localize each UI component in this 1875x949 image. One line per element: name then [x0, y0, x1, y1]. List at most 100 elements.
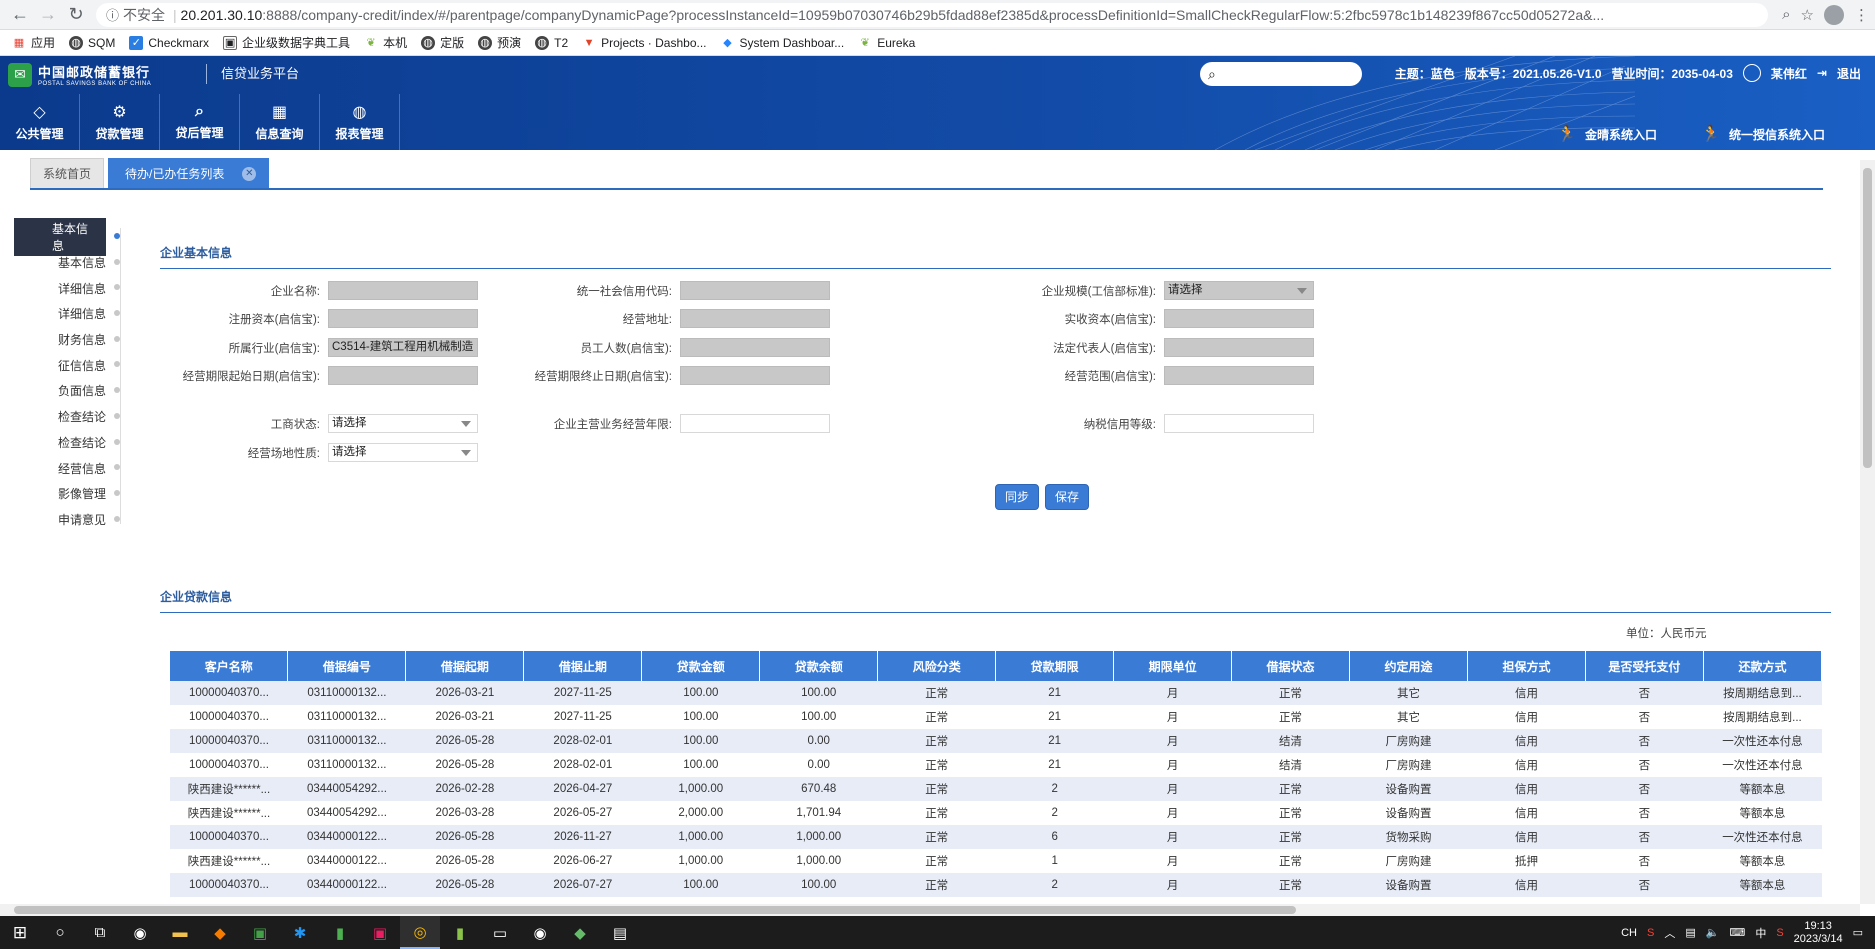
bookmark-eureka[interactable]: ❦ Eureka	[858, 36, 916, 50]
logout-link[interactable]: 退出	[1837, 65, 1861, 82]
sogou-icon[interactable]: S	[1647, 927, 1654, 939]
menu-loan[interactable]: ⚙ 贷款管理	[80, 94, 160, 150]
column-header[interactable]: 借据止期	[523, 651, 643, 681]
reg-status-select[interactable]: 请选择	[328, 414, 478, 433]
scale-select[interactable]: 请选择	[1164, 281, 1314, 300]
ime-indicator[interactable]: 中	[1755, 925, 1766, 941]
bookmark-release[interactable]: ◍ 定版	[421, 34, 464, 51]
save-button[interactable]: 保存	[1045, 484, 1089, 510]
user-name[interactable]: 某伟红	[1771, 65, 1807, 82]
forward-icon[interactable]: →	[34, 2, 62, 28]
app-icon[interactable]: ✱	[280, 916, 320, 949]
vertical-scrollbar[interactable]	[1860, 160, 1875, 904]
app-icon[interactable]: ▮	[440, 916, 480, 949]
keyboard-icon[interactable]: ⌨	[1729, 926, 1745, 939]
theme-label[interactable]: 主题：蓝色	[1395, 65, 1455, 82]
network-icon[interactable]: ▤	[1685, 926, 1695, 939]
jinqing-entry[interactable]: 🏃 金晴系统入口	[1557, 124, 1657, 144]
clock[interactable]: 19:13 2023/3/14	[1794, 920, 1843, 946]
tab-task-list[interactable]: 待办/已办任务列表 ✕	[108, 158, 270, 188]
table-row[interactable]: 10000040370... 03110000132... 2026-03-21 20…	[170, 681, 1822, 705]
bookmark-rehearsal[interactable]: ◍ 预演	[478, 34, 521, 51]
side-nav-item[interactable]: 负面信息	[14, 378, 124, 404]
bookmark-star-icon[interactable]: ☆	[1801, 6, 1814, 24]
back-icon[interactable]: ←	[6, 2, 34, 28]
zoom-search-icon[interactable]: ⌕	[1782, 6, 1790, 23]
column-header[interactable]: 约定用途	[1349, 651, 1468, 681]
table-row[interactable]: 陕西建设******... 03440054292... 2026-02-28 202…	[170, 777, 1822, 801]
notification-icon[interactable]: ▭	[1853, 926, 1863, 939]
reload-icon[interactable]: ↻	[62, 2, 90, 28]
table-row[interactable]: 10000040370... 03110000132... 2026-05-28 20…	[170, 753, 1822, 777]
app-icon[interactable]: ▮	[320, 916, 360, 949]
search-circle-icon[interactable]: ○	[40, 916, 80, 949]
side-nav-item[interactable]: 详细信息	[14, 301, 124, 327]
menu-dots-icon[interactable]: ⋮	[1854, 6, 1869, 24]
bookmark-t2[interactable]: ◍ T2	[535, 35, 568, 50]
column-header[interactable]: 贷款期限	[995, 651, 1115, 681]
tab-home[interactable]: 系统首页	[30, 158, 105, 188]
column-header[interactable]: 是否受托支付	[1585, 651, 1704, 681]
tax-grade-input[interactable]	[1164, 414, 1314, 433]
table-row[interactable]: 10000040370... 03440000122... 2026-05-28 20…	[170, 825, 1822, 849]
column-header[interactable]: 风险分类	[877, 651, 997, 681]
column-header[interactable]: 借据状态	[1231, 651, 1351, 681]
side-nav-item[interactable]: 详细信息	[14, 275, 124, 301]
bookmark-sqm[interactable]: ◍ SQM	[69, 35, 115, 50]
scroll-thumb[interactable]	[14, 906, 1296, 914]
unified-credit-entry[interactable]: 🏃 统一授信系统入口	[1701, 124, 1825, 144]
table-row[interactable]: 陕西建设******... 03440054292... 2026-03-28 202…	[170, 801, 1822, 825]
side-nav-item[interactable]: 检查结论	[14, 404, 124, 430]
side-nav-item[interactable]: 检查结论	[14, 430, 124, 456]
header-search-input[interactable]: ⌕	[1200, 62, 1362, 86]
bookmark-apps[interactable]: ▦ 应用	[12, 34, 55, 51]
side-nav-item[interactable]: 申请意见	[14, 507, 124, 533]
horizontal-scrollbar[interactable]	[0, 904, 1860, 916]
menu-report[interactable]: ◍ 报表管理	[320, 94, 400, 150]
app-icon[interactable]: ▤	[600, 916, 640, 949]
app-icon[interactable]: ◆	[560, 916, 600, 949]
table-row[interactable]: 10000040370... 03110000132... 2026-05-28 20…	[170, 729, 1822, 753]
side-nav-item[interactable]: 经营信息	[14, 455, 124, 481]
side-nav-item[interactable]: 基本信息	[14, 217, 124, 256]
side-nav-item[interactable]: 影像管理	[14, 481, 124, 507]
bookmark-jira[interactable]: ◆ System Dashboar...	[721, 36, 844, 50]
table-row[interactable]: 10000040370... 03110000132... 2026-03-21 20…	[170, 705, 1822, 729]
chevron-up-icon[interactable]: ︿	[1664, 925, 1675, 941]
logout-icon[interactable]: ⇥	[1817, 66, 1827, 80]
column-header[interactable]: 客户名称	[170, 651, 289, 681]
side-nav-item[interactable]: 基本信息	[14, 250, 124, 276]
column-header[interactable]: 担保方式	[1467, 651, 1586, 681]
side-nav-item[interactable]: 征信信息	[14, 352, 124, 378]
column-header[interactable]: 还款方式	[1703, 651, 1823, 681]
app-icon[interactable]: ▣	[240, 916, 280, 949]
sogou-icon[interactable]: S	[1776, 927, 1783, 939]
scroll-thumb[interactable]	[1863, 168, 1872, 468]
main-biz-years-input[interactable]	[680, 414, 830, 433]
volume-icon[interactable]: 🔈	[1706, 926, 1720, 939]
table-row[interactable]: 陕西建设******... 03440000122... 2026-05-28 202…	[170, 849, 1822, 873]
intellij-icon[interactable]: ▣	[360, 916, 400, 949]
chrome-icon[interactable]: ◎	[400, 916, 440, 949]
folder-icon[interactable]: ▬	[160, 916, 200, 949]
bookmark-dictionary[interactable]: ▣ 企业级数据字典工具	[223, 34, 350, 51]
bookmark-checkmarx[interactable]: ✓ Checkmarx	[129, 35, 209, 50]
sync-button[interactable]: 同步	[995, 484, 1039, 510]
lang-indicator[interactable]: CH	[1621, 927, 1637, 939]
column-header[interactable]: 贷款余额	[759, 651, 879, 681]
app-icon[interactable]: ◉	[520, 916, 560, 949]
windows-start-icon[interactable]: ⊞	[0, 916, 40, 949]
bookmark-gitlab[interactable]: ▼ Projects · Dashbo...	[582, 36, 707, 50]
menu-public[interactable]: ◇ 公共管理	[0, 94, 80, 150]
menu-info-query[interactable]: ▦ 信息查询	[240, 94, 320, 150]
menu-post-loan[interactable]: ⌕ 贷后管理	[160, 94, 240, 150]
close-tab-icon[interactable]: ✕	[242, 166, 257, 181]
column-header[interactable]: 贷款金额	[641, 651, 761, 681]
info-icon[interactable]: ⓘ	[106, 5, 119, 24]
app-icon[interactable]: ◆	[200, 916, 240, 949]
column-header[interactable]: 期限单位	[1113, 651, 1233, 681]
column-header[interactable]: 借据编号	[287, 651, 407, 681]
table-row[interactable]: 10000040370... 03440000122... 2026-05-28 20…	[170, 873, 1822, 897]
site-nature-select[interactable]: 请选择	[328, 443, 478, 462]
column-header[interactable]: 借据起期	[405, 651, 525, 681]
